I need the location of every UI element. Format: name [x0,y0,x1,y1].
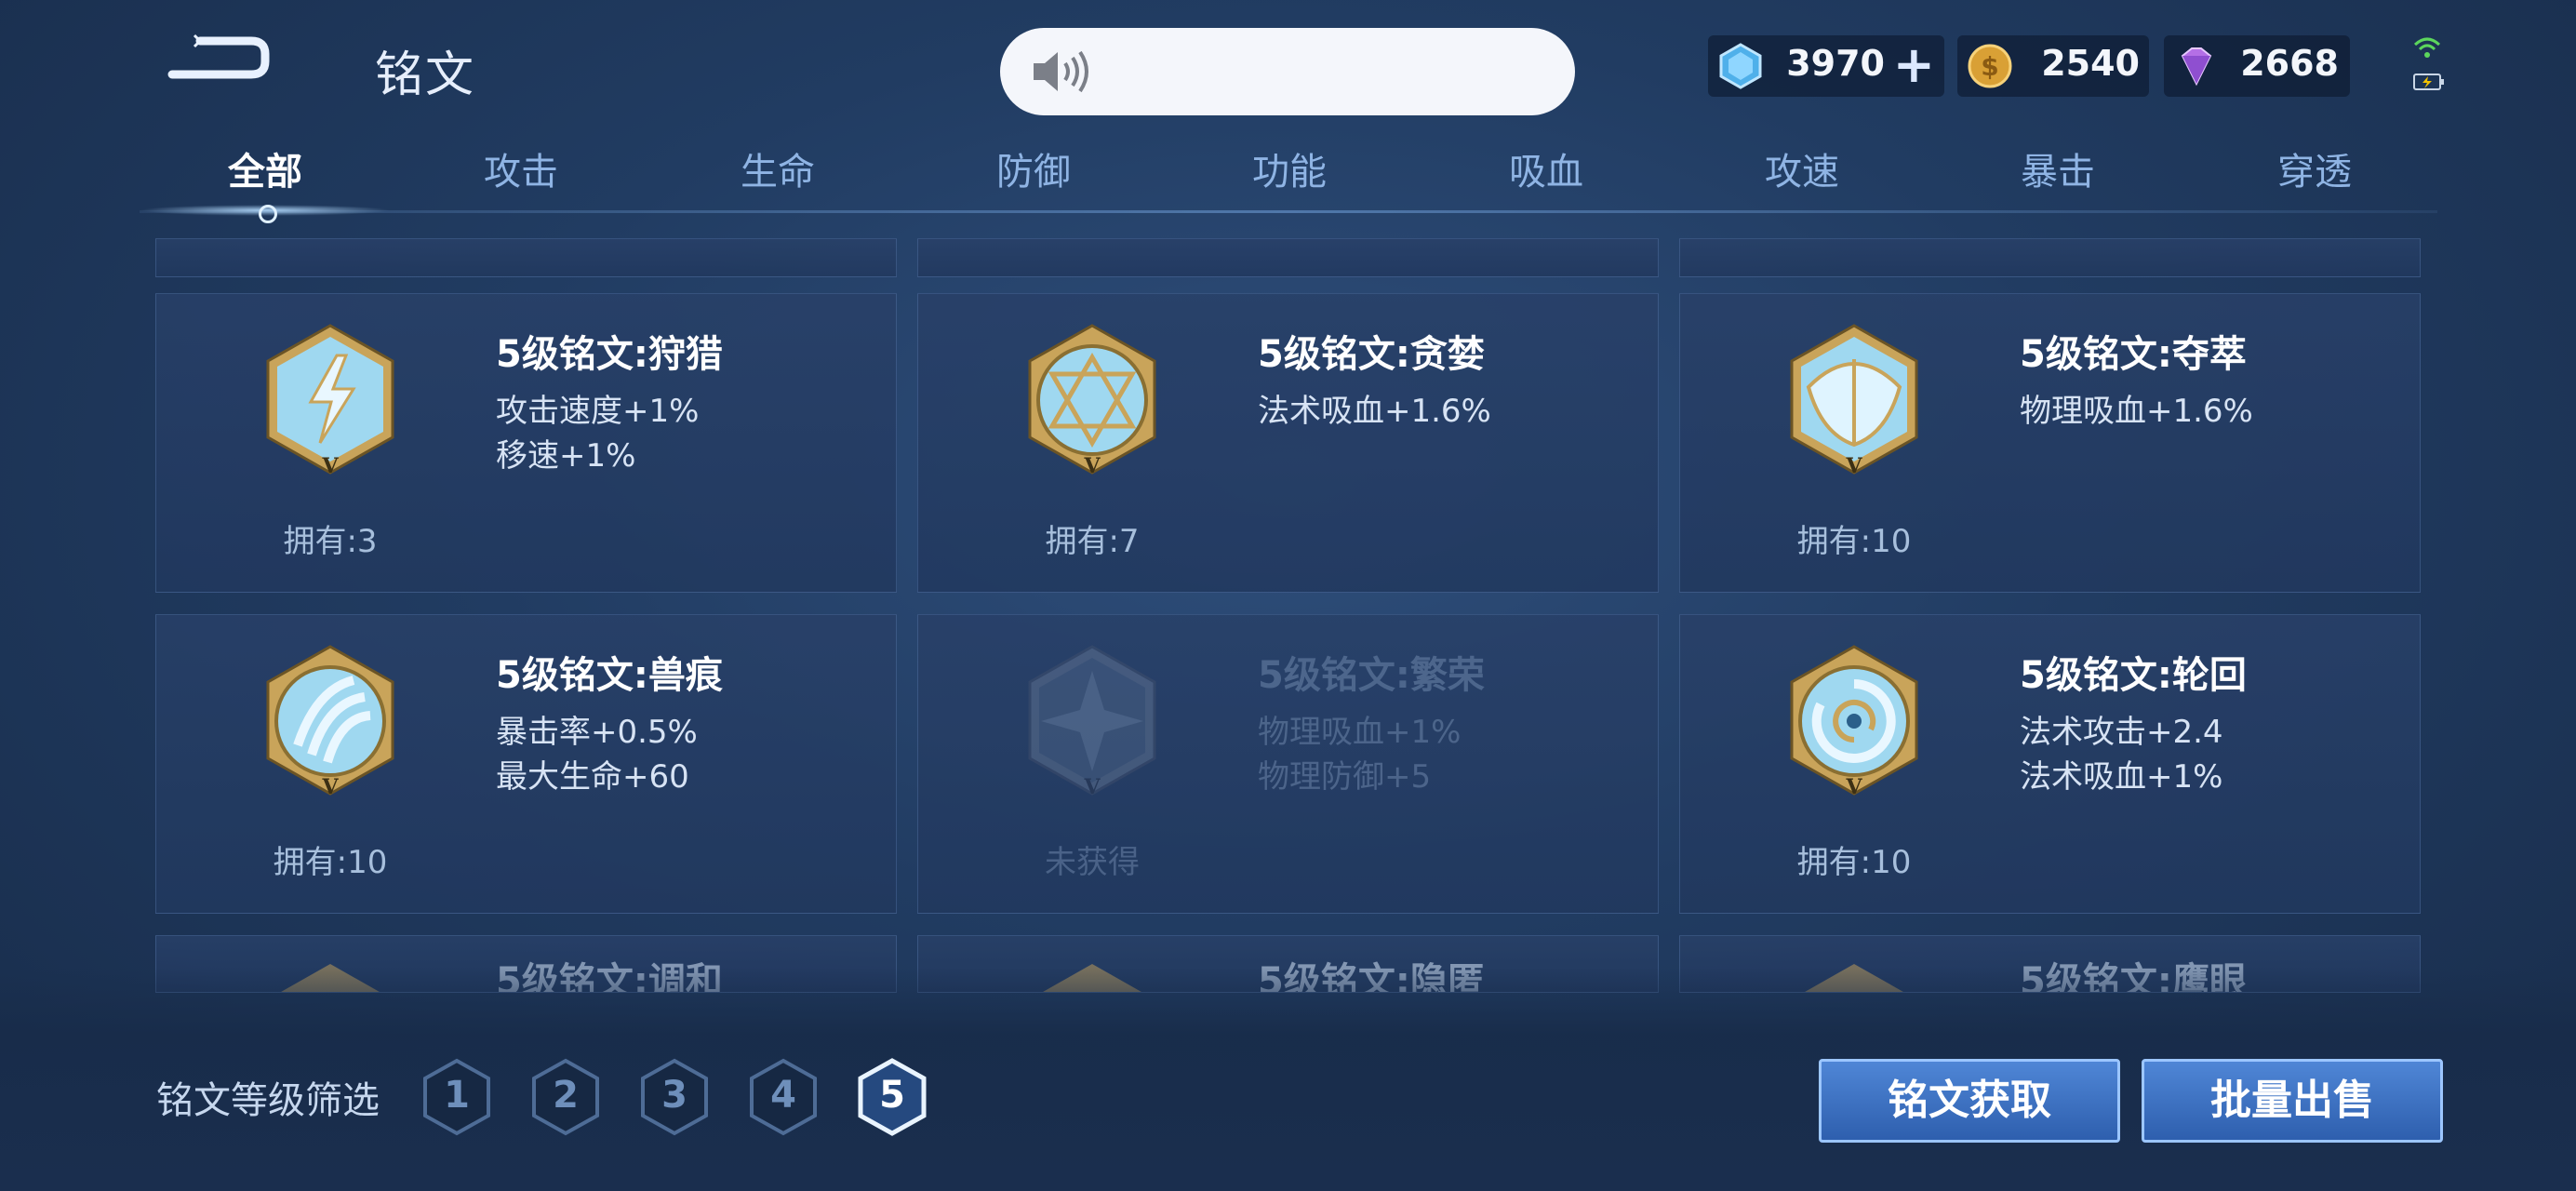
petal-emblem-icon: V [1790,324,1918,478]
tab-attack[interactable]: 攻击 [428,140,614,205]
inscription-name: 5级铭文:轮回 [2020,654,2247,697]
tab-critical[interactable]: 暴击 [1965,140,2151,205]
level-number: 1 [444,1074,470,1117]
not-obtained-label: 未获得 [1045,844,1140,881]
inscription-name: 5级铭文:夺萃 [2020,333,2247,376]
inscription-attr: 暴击率+0.5% [496,714,698,751]
inscription-card[interactable]: V 5级铭文:轮回 法术攻击+2.4 法术吸血+1% 拥有:10 [1679,614,2421,914]
tab-penetration[interactable]: 穿透 [2222,140,2408,205]
lightning-emblem-icon: V [266,324,394,478]
inscription-name: 5级铭文:贪婪 [1258,333,1485,376]
tab-all[interactable]: 全部 [172,140,358,205]
inscription-card-partial [917,238,1659,277]
owned-count: 拥有:3 [283,523,378,560]
tab-utility[interactable]: 功能 [1196,140,1382,205]
inscription-card[interactable]: V 5级铭文:贪婪 法术吸血+1.6% 拥有:7 [917,293,1659,593]
crystal-amount: 3970 [1786,43,1885,84]
owned-count: 拥有:10 [1796,844,1912,881]
inscription-card[interactable]: V 5级铭文:兽痕 暴击率+0.5% 最大生命+60 拥有:10 [155,614,897,914]
inscription-attr: 法术攻击+2.4 [2020,714,2223,751]
level-filter-label: 铭文等级筛选 [156,1079,380,1122]
inscription-card[interactable]: V 5级铭文:夺萃 物理吸血+1.6% 拥有:10 [1679,293,2421,593]
top-bar: 铭文 3970 + $ 2540 2668 [0,0,2576,149]
level-number: 3 [661,1074,687,1117]
page-title: 铭文 [375,47,476,103]
tab-lifesteal[interactable]: 吸血 [1453,140,1639,205]
blue-crystal-icon [1719,43,1762,89]
crystal-currency: 3970 + [1708,35,1944,97]
inscription-card-partial [155,238,897,277]
tab-attack-speed[interactable]: 攻速 [1709,140,1895,205]
inscription-name: 5级铭文:狩猎 [496,333,723,376]
diamond-currency: 2668 [2164,35,2350,97]
inscription-attr: 攻击速度+1% [496,393,700,430]
level-filter-2[interactable]: 2 [528,1057,603,1137]
gold-coin-icon: $ [1968,44,2012,88]
bulk-sell-button[interactable]: 批量出售 [2142,1059,2443,1143]
category-tabs: 全部 攻击 生命 防御 功能 吸血 攻速 暴击 穿透 [140,140,2437,218]
inscription-name: 5级铭文:繁荣 [1258,654,1485,697]
tab-divider [140,210,2437,213]
svg-text:V: V [1083,454,1101,478]
inscription-card-locked[interactable]: V 5级铭文:繁荣 物理吸血+1% 物理防御+5 未获得 [917,614,1659,914]
purple-diamond-icon [2181,47,2212,87]
inscription-attr: 法术吸血+1.6% [1258,393,1491,430]
inscription-name: 5级铭文:兽痕 [496,654,723,697]
svg-text:V: V [1845,454,1862,478]
inscription-attr: 物理吸血+1% [1258,714,1462,751]
level-filter-1[interactable]: 1 [420,1057,494,1137]
gold-amount: 2540 [2041,43,2140,84]
swirl-emblem-icon: V [1790,645,1918,799]
speaker-icon [1034,50,1088,93]
tab-defense[interactable]: 防御 [941,140,1127,205]
add-crystal-button[interactable]: + [1893,39,1935,91]
back-arrow-icon [167,33,270,79]
owned-count: 拥有:10 [273,844,388,881]
claw-emblem-icon: V [266,645,394,799]
inscription-card-partial [1679,238,2421,277]
inscription-attr: 物理吸血+1.6% [2020,393,2253,430]
svg-text:V: V [321,775,339,799]
triangles-emblem-icon: V [1028,324,1156,478]
level-filter-5[interactable]: 5 [855,1057,929,1137]
inscription-attr: 法术吸血+1% [2020,758,2223,796]
inscription-attr: 最大生命+60 [496,758,689,796]
diamond-amount: 2668 [2240,43,2339,84]
gold-currency: $ 2540 [1957,35,2149,97]
tab-health[interactable]: 生命 [685,140,871,205]
svg-text:V: V [321,454,339,478]
owned-count: 拥有:10 [1796,523,1912,560]
level-number: 5 [879,1074,905,1117]
level-filter-4[interactable]: 4 [746,1057,821,1137]
star-emblem-icon: V [1028,645,1156,799]
active-tab-dot [259,205,277,223]
inscription-attr: 物理防御+5 [1258,758,1432,796]
owned-count: 拥有:7 [1045,523,1140,560]
battery-icon [2413,74,2444,90]
inscription-card[interactable]: V 5级铭文:狩猎 攻击速度+1% 移速+1% 拥有:3 [155,293,897,593]
inscription-attr: 移速+1% [496,437,636,475]
voice-chat-bar[interactable] [1000,28,1575,115]
wifi-icon [2413,37,2441,58]
svg-text:V: V [1083,775,1101,799]
obtain-inscription-button[interactable]: 铭文获取 [1819,1059,2120,1143]
svg-text:$: $ [1981,51,1998,82]
level-filter-3[interactable]: 3 [637,1057,712,1137]
svg-text:V: V [1845,775,1862,799]
back-button[interactable] [163,28,274,93]
level-number: 2 [553,1074,579,1117]
level-number: 4 [770,1074,796,1117]
